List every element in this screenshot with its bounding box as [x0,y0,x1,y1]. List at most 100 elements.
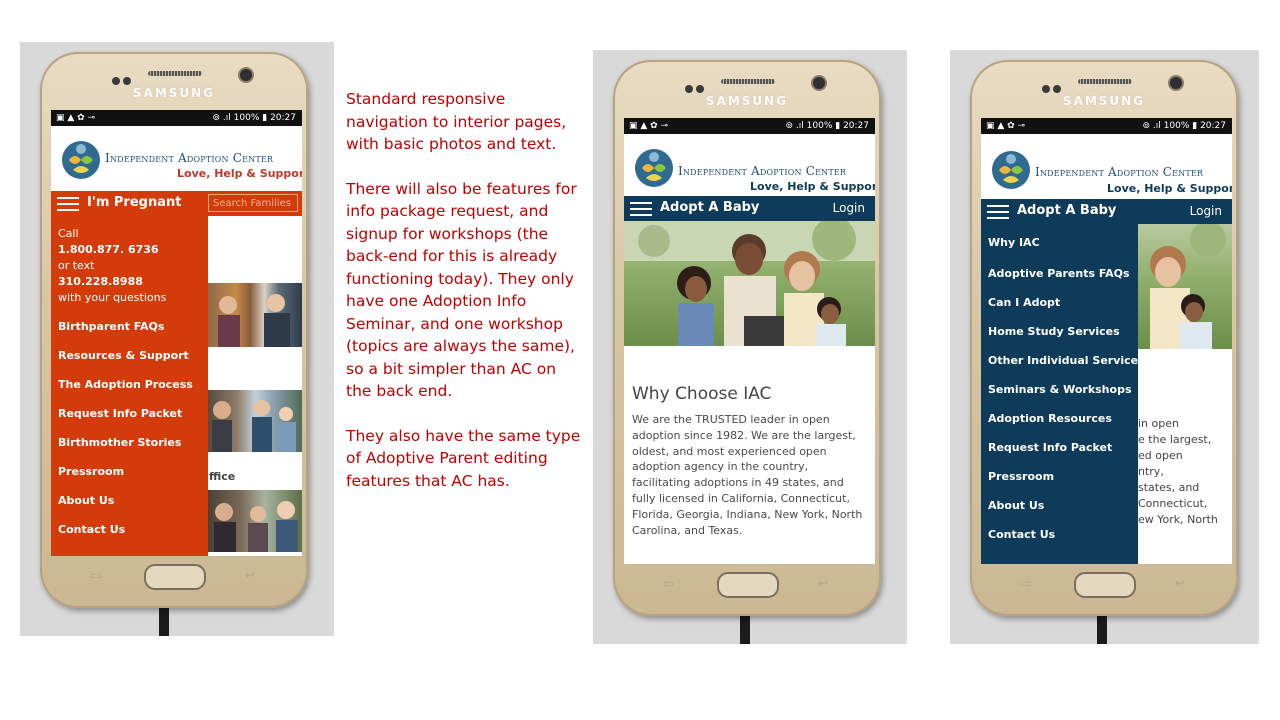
menu-item-contact-us[interactable]: Contact Us [58,523,125,536]
nav-drawer: Call 1.800.877. 6736 or text 310.228.898… [51,216,208,556]
phone-brand: SAMSUNG [132,86,216,100]
section-title: Adopt A Baby [660,200,760,215]
text-number-link[interactable]: 310.228.8988 [58,275,143,288]
status-bar: ▣ ▲ ✿ ⊸ ⊚ .ıl 100% ▮ 20:27 [51,110,302,126]
note-paragraph-2: There will also be features for info pac… [346,179,577,401]
menu-item-seminars-workshops[interactable]: Seminars & Workshops [988,383,1132,396]
front-camera [1170,77,1182,89]
menu-item-can-i-adopt[interactable]: Can I Adopt [988,296,1060,309]
background-text-fragment: ffice [209,470,236,483]
site-tagline: Love, Help & Support [177,167,302,180]
earpiece-speaker [1078,79,1132,84]
background-text-fragment: Connecticut, [1138,497,1208,510]
sensor-dots [685,78,707,93]
article-body: We are the TRUSTED leader in open adopti… [632,413,863,537]
site-tagline: Love, Help & Support [750,180,875,193]
status-icons-left: ▣ ▲ ✿ ⊸ [986,121,1026,131]
background-text-fragment: e the largest, [1138,433,1212,446]
menu-item-contact-us[interactable]: Contact Us [988,528,1055,541]
phone-brand: SAMSUNG [705,94,789,108]
questions-label: with your questions [58,291,167,304]
background-text-fragment: ntry, [1138,465,1164,478]
back-icon[interactable]: ↩ [1175,576,1185,590]
earpiece-speaker [148,71,202,76]
phone-brand: SAMSUNG [1062,94,1146,108]
status-bar: ▣ ▲ ✿ ⊸ ⊚ .ıl 100% ▮ 20:27 [624,118,875,134]
menu-item-request-info-packet[interactable]: Request Info Packet [988,441,1112,454]
front-camera [240,69,252,81]
earpiece-speaker [721,79,775,84]
site-title: Independent Adoption Center [678,164,847,178]
note-paragraph-3: They also have the same type of Adoptive… [346,426,581,490]
menu-item-why-iac[interactable]: Why IAC [988,236,1040,249]
status-icons-right: ⊚ .ıl 100% ▮ 20:27 [785,121,869,131]
home-button[interactable] [717,572,779,598]
site-title: Independent Adoption Center [105,151,274,165]
recent-apps-icon[interactable]: ▭ [90,568,101,582]
nav-bar: Adopt A Baby Login [624,196,875,221]
site-title: Independent Adoption Center [1035,165,1204,179]
recent-apps-icon[interactable]: ▭ [663,576,674,590]
back-icon[interactable]: ↩ [245,568,255,582]
background-text-fragment: ed open [1138,449,1183,462]
back-icon[interactable]: ↩ [818,576,828,590]
nav-bar: I'm Pregnant Search Families [51,191,302,216]
iac-logo-icon [62,141,100,179]
iac-logo-icon [635,149,673,187]
hero-family-photo [1138,224,1232,349]
front-camera [813,77,825,89]
menu-item-birthparent-faqs[interactable]: Birthparent FAQs [58,320,164,333]
site-header: Independent Adoption Center Love, Help &… [51,126,302,184]
menu-item-resources-support[interactable]: Resources & Support [58,349,189,362]
hamburger-menu-icon[interactable] [987,205,1009,219]
menu-item-adoption-resources[interactable]: Adoption Resources [988,412,1112,425]
nav-drawer: Why IAC Adoptive Parents FAQs Can I Adop… [981,224,1145,564]
background-text-fragment: ew York, North [1138,513,1218,526]
photo-family-3 [208,490,302,552]
background-text-fragment: states, and [1138,481,1200,494]
status-icons-right: ⊚ .ıl 100% ▮ 20:27 [1142,121,1226,131]
design-notes: Standard responsive navigation to interi… [346,88,582,514]
sensor-dots [112,70,134,85]
status-icons-right: ⊚ .ıl 100% ▮ 20:27 [212,113,296,123]
menu-item-pressroom[interactable]: Pressroom [58,465,124,478]
section-title: I'm Pregnant [87,195,182,210]
hero-family-photo [624,221,875,346]
site-header: Independent Adoption Center Love, Help &… [981,134,1232,195]
note-paragraph-1: Standard responsive navigation to interi… [346,90,567,153]
hamburger-menu-icon[interactable] [630,202,652,216]
phone-3-screen: ▣ ▲ ✿ ⊸ ⊚ .ıl 100% ▮ 20:27 Independent A… [981,118,1232,564]
search-families-input[interactable]: Search Families [208,194,298,212]
menu-item-birthmother-stories[interactable]: Birthmother Stories [58,436,181,449]
home-button[interactable] [1074,572,1136,598]
menu-item-adoption-process[interactable]: The Adoption Process [58,378,193,391]
menu-item-about-us[interactable]: About Us [988,499,1044,512]
menu-item-adoptive-parents-faqs[interactable]: Adoptive Parents FAQs [988,267,1130,280]
text-label: or text [58,259,95,272]
recent-apps-icon[interactable]: ▭ [1020,576,1031,590]
menu-item-other-individual-services[interactable]: Other Individual Services [988,354,1145,367]
phone-2-screen: ▣ ▲ ✿ ⊸ ⊚ .ıl 100% ▮ 20:27 Independent A… [624,118,875,564]
status-icons-left: ▣ ▲ ✿ ⊸ [56,113,96,123]
site-header: Independent Adoption Center Love, Help &… [624,134,875,193]
status-icons-left: ▣ ▲ ✿ ⊸ [629,121,669,131]
login-link[interactable]: Login [1190,204,1222,218]
call-number-link[interactable]: 1.800.877. 6736 [58,243,159,256]
menu-item-request-info-packet[interactable]: Request Info Packet [58,407,182,420]
home-button[interactable] [144,564,206,590]
phone-1-screen: ▣ ▲ ✿ ⊸ ⊚ .ıl 100% ▮ 20:27 Independent A… [51,110,302,556]
status-bar: ▣ ▲ ✿ ⊸ ⊚ .ıl 100% ▮ 20:27 [981,118,1232,134]
section-title: Adopt A Baby [1017,203,1117,218]
call-label: Call [58,227,79,240]
menu-item-pressroom[interactable]: Pressroom [988,470,1054,483]
menu-item-home-study-services[interactable]: Home Study Services [988,325,1120,338]
login-link[interactable]: Login [833,201,865,215]
iac-logo-icon [992,151,1030,189]
hamburger-menu-icon[interactable] [57,197,79,211]
menu-item-about-us[interactable]: About Us [58,494,114,507]
background-text-fragment: in open [1138,417,1179,430]
nav-bar: Adopt A Baby Login [981,199,1232,224]
photo-family-1 [208,283,302,347]
site-tagline: Love, Help & Support [1107,182,1232,195]
sensor-dots [1042,78,1064,93]
